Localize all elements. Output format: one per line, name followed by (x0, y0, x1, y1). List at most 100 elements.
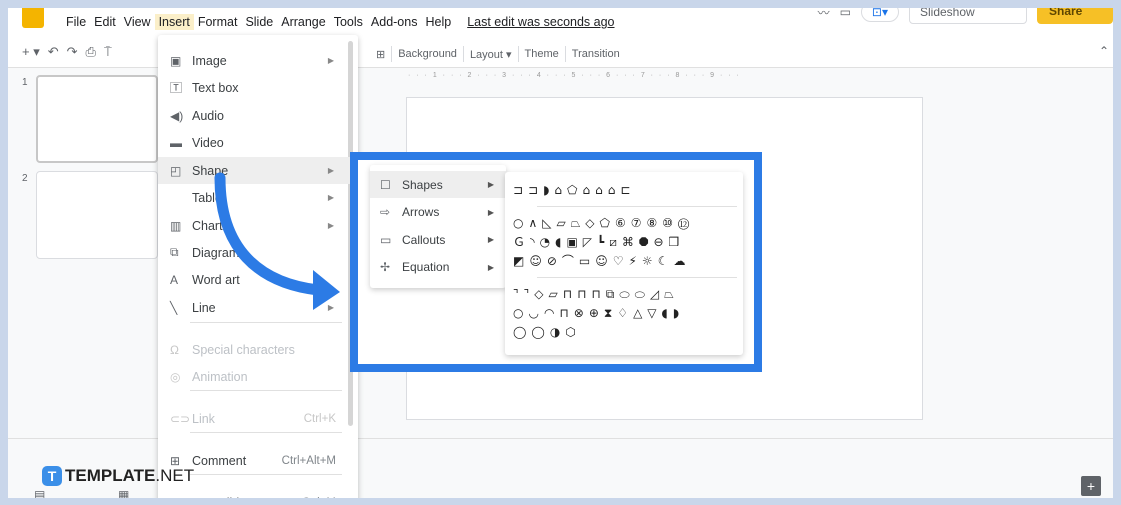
undo-icon[interactable]: ↶ (48, 44, 59, 60)
shape-row[interactable]: ◯◯◑⬡ (513, 323, 741, 341)
submenu-arrow-icon: ▶ (487, 262, 494, 272)
insert-menu-item-chart[interactable]: ▥ Chart ▶ (158, 212, 358, 239)
shortcut: Ctrl+Alt+M (281, 454, 336, 467)
wordart-icon: A (170, 272, 179, 287)
insert-menu-item-animation[interactable]: ◎ Animation (158, 363, 358, 390)
menu-tools[interactable]: Tools (330, 14, 367, 30)
image-icon: ▣ (170, 53, 182, 68)
redo-icon[interactable]: ↷ (67, 44, 78, 60)
submenu-item-label: Arrows (402, 205, 440, 219)
collapse-icon[interactable]: ⌃ (1099, 44, 1109, 58)
insert-menu-item-special-characters[interactable]: Ω Special characters (158, 336, 358, 363)
callout-icon: ▭ (380, 232, 392, 247)
transition-button[interactable]: Transition (566, 48, 626, 60)
comments-icon[interactable]: ▭ (840, 8, 851, 19)
ruler: · · · 1 · · · 2 · · · 3 · · · 4 · · · 5 … (408, 72, 741, 79)
theme-button[interactable]: Theme (519, 48, 565, 60)
equation-plus-icon: ✢ (380, 260, 391, 274)
insert-menu-item-image[interactable]: ▣ Image ▶ (158, 47, 358, 74)
diagram-icon: ⧉ (170, 245, 179, 259)
menu-item-label: Shape (192, 163, 229, 178)
paint-format-icon[interactable]: ⍑ (104, 44, 112, 60)
insert-menu-item-shape[interactable]: ◰ Shape ▶ (158, 157, 358, 184)
shortcut: Ctrl+M (302, 497, 336, 499)
layout-button[interactable]: Layout ▾ (464, 48, 518, 61)
menu-item-label: Text box (192, 80, 239, 95)
filmstrip-view-icon[interactable]: ▤ (34, 488, 45, 498)
submenu-item-label: Shapes (402, 177, 443, 192)
shape-submenu-item-equation[interactable]: ✢ Equation ▶ (370, 254, 506, 281)
submenu-arrow-icon: ▶ (327, 303, 334, 312)
explore-icon[interactable]: + (1081, 476, 1101, 496)
submenu-arrow-icon: ▶ (487, 207, 494, 217)
header-actions: 〰 ▭ ⊡▾ Slideshow Share (818, 8, 1113, 24)
submenu-arrow-icon: ▶ (327, 221, 334, 230)
watermark-tld: .NET (155, 466, 195, 485)
square-icon: ☐ (380, 177, 391, 192)
insert-menu-item-word-art[interactable]: A Word art (158, 266, 358, 293)
shape-row[interactable]: ⌝⌝◇▱⊓⊓⊓⧉⬭⬭◿⏢ (513, 285, 741, 303)
background-button[interactable]: Background (392, 48, 463, 60)
menu-edit[interactable]: Edit (90, 14, 120, 30)
shape-row[interactable]: ◩☺⊘⌒▭☺♡⚡☼☾☁ (513, 252, 741, 270)
last-edit-link[interactable]: Last edit was seconds ago (463, 14, 618, 30)
insert-comment-icon[interactable]: ⊞ (370, 48, 391, 61)
template-watermark: T TEMPLATE .NET (30, 466, 194, 486)
menu-item-label: Chart (192, 218, 223, 233)
chart-icon: ▥ (170, 218, 182, 233)
print-icon[interactable]: ⎙ (86, 44, 96, 60)
shape-row[interactable]: ○∧◺▱⏢◇⬠⑥⑦⑧⑩⑫ (513, 214, 741, 232)
slides-logo[interactable] (22, 8, 44, 28)
menu-insert[interactable]: Insert (154, 14, 194, 30)
line-icon: ╲ (170, 300, 178, 315)
activity-icon[interactable]: 〰 (818, 8, 830, 21)
omega-icon: Ω (170, 342, 179, 357)
shape-icon: ◰ (170, 163, 182, 178)
insert-menu-item-line[interactable]: ╲ Line ▶ (158, 294, 358, 321)
new-slide-icon[interactable]: + ▾ (22, 44, 40, 60)
insert-menu-item-audio[interactable]: ◀) Audio (158, 102, 358, 129)
share-label: Share (1049, 8, 1083, 18)
insert-menu: ▣ Image ▶ 🅃 Text box ◀) Audio ▬ Video ◰ Shape ▶ Tabl… (158, 35, 358, 498)
shape-row[interactable]: ○◡◠⊓⊗⊕⧗♢△▽◖◗ (513, 304, 741, 322)
insert-menu-item-link[interactable]: ⊂⊃ Link Ctrl+K (158, 405, 358, 432)
submenu-item-label: Equation (402, 260, 450, 274)
shape-row[interactable]: ⊐⊐◗⌂⬠⌂⌂⌂⊏ (513, 181, 741, 199)
slide-thumbnail-1[interactable] (36, 75, 158, 163)
link-icon: ⊂⊃ (170, 411, 191, 426)
shape-row[interactable]: Ｇ◝◔◖▣◸┗⧄⌘⯃⊖❒ (513, 233, 741, 251)
menu-file[interactable]: File (62, 14, 90, 30)
menu-item-label: Word art (192, 272, 240, 287)
share-button[interactable]: Share (1037, 8, 1113, 24)
menu-add-ons[interactable]: Add-ons (367, 14, 422, 30)
shape-submenu-item-arrows[interactable]: ⇨ Arrows ▶ (370, 199, 506, 226)
insert-menu-item-diagram[interactable]: ⧉ Diagram (158, 239, 358, 266)
menu-format[interactable]: Format (194, 14, 242, 30)
menu-arrange[interactable]: Arrange (277, 14, 329, 30)
shape-submenu-item-shapes[interactable]: ☐ Shapes ▶ (370, 171, 506, 198)
submenu-item-label: Callouts (402, 232, 446, 247)
menu-bar: File Edit View Insert Format Slide Arrange Tool… (8, 8, 1113, 38)
insert-menu-item-table[interactable]: Table ▶ (158, 184, 358, 211)
insert-menu-item-video[interactable]: ▬ Video (158, 129, 358, 156)
menu-slide[interactable]: Slide (241, 14, 277, 30)
menu-view[interactable]: View (120, 14, 155, 30)
grid-view-icon[interactable]: ▦ (118, 488, 129, 498)
shape-submenu-item-callouts[interactable]: ▭ Callouts ▶ (370, 226, 506, 253)
insert-menu-item-text-box[interactable]: 🅃 Text box (158, 74, 358, 101)
audio-icon: ◀) (170, 108, 184, 123)
menu-item-label: Animation (192, 369, 248, 384)
slideshow-button[interactable]: Slideshow (909, 8, 1027, 24)
animation-icon: ◎ (170, 369, 181, 384)
submenu-arrow-icon: ▶ (327, 193, 334, 202)
slide-thumbnail-2[interactable] (36, 171, 158, 259)
present-meet-icon[interactable]: ⊡▾ (860, 8, 899, 22)
menu-item-label: Image (192, 53, 227, 68)
menu-help[interactable]: Help (421, 14, 455, 30)
slideshow-label: Slideshow (920, 8, 975, 19)
menu-item-label: Special characters (192, 342, 295, 357)
menu-items: File Edit View Insert Format Slide Arrange Tool… (62, 14, 619, 30)
arrow-icon: ⇨ (380, 205, 391, 219)
submenu-arrow-icon: ▶ (487, 180, 494, 189)
insert-menu-item-new-slide[interactable]: +New slide Ctrl+M (158, 489, 358, 499)
